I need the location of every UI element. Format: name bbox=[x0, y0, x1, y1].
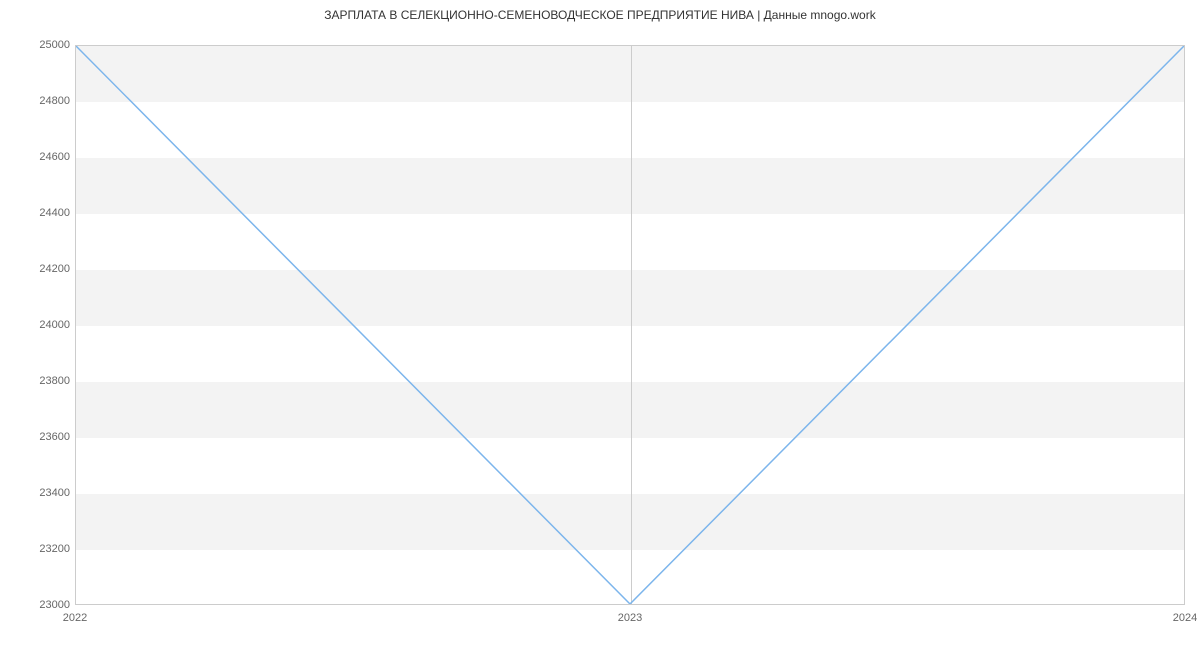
y-tick-label: 24600 bbox=[10, 151, 70, 163]
y-tick-label: 24000 bbox=[10, 319, 70, 331]
x-tick-label: 2024 bbox=[1173, 612, 1197, 624]
x-tick-label: 2023 bbox=[618, 612, 642, 624]
chart-line bbox=[76, 46, 1184, 604]
plot-area bbox=[75, 45, 1185, 605]
y-tick-label: 23200 bbox=[10, 543, 70, 555]
y-tick-label: 24200 bbox=[10, 263, 70, 275]
y-tick-label: 23600 bbox=[10, 431, 70, 443]
y-tick-label: 24400 bbox=[10, 207, 70, 219]
y-tick-label: 23000 bbox=[10, 599, 70, 611]
x-tick-label: 2022 bbox=[63, 612, 87, 624]
y-tick-label: 23400 bbox=[10, 487, 70, 499]
y-tick-label: 24800 bbox=[10, 95, 70, 107]
y-tick-label: 23800 bbox=[10, 375, 70, 387]
y-tick-label: 25000 bbox=[10, 39, 70, 51]
chart-title: ЗАРПЛАТА В СЕЛЕКЦИОННО-СЕМЕНОВОДЧЕСКОЕ П… bbox=[0, 8, 1200, 22]
